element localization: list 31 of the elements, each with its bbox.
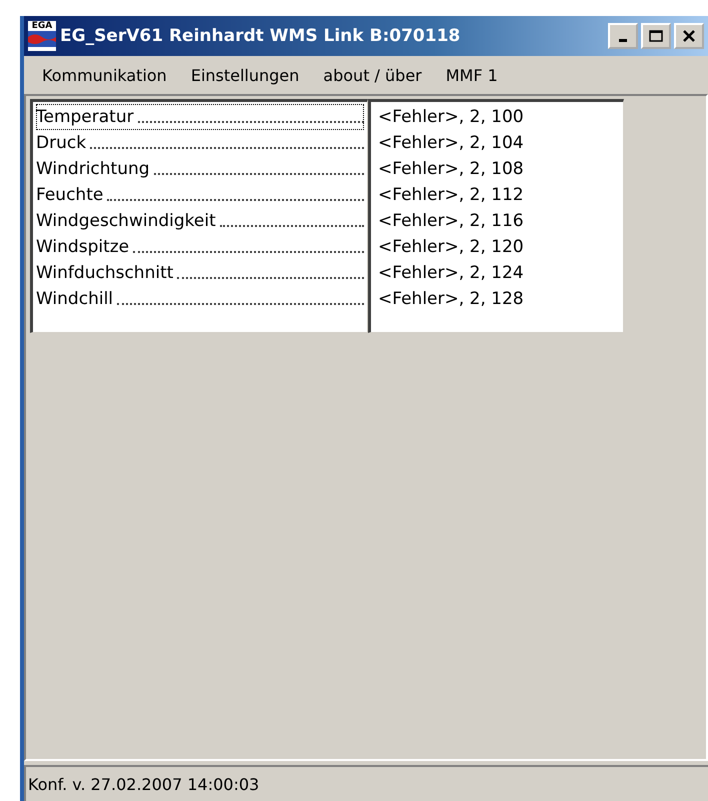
channel-value: <Fehler>, 2, 100 (377, 107, 524, 127)
channel-value: <Fehler>, 2, 112 (377, 185, 524, 205)
channel-name: Windgeschwindigkeit (36, 211, 217, 231)
channel-value: <Fehler>, 2, 116 (377, 211, 524, 231)
channel-name: Winfduchschnitt (36, 263, 174, 283)
maximize-icon (649, 30, 663, 42)
minimize-button[interactable] (608, 23, 638, 49)
close-button[interactable] (674, 23, 704, 49)
window-title: EG_SerV61 Reinhardt WMS Link B:070118 (60, 26, 462, 46)
minimize-icon (619, 39, 627, 42)
menu-item[interactable]: Kommunikation (30, 66, 179, 84)
status-text: Konf. v. 27.02.2007 14:00:03 (28, 774, 260, 794)
app-icon: EGA (28, 21, 56, 51)
channel-value: <Fehler>, 2, 128 (377, 289, 524, 309)
channel-name: Feuchte (36, 185, 104, 205)
value-list[interactable]: <Fehler>, 2, 100 <Fehler>, 2, 104 <Fehler>, 2, 108 <Fehler>, 2, 112 <Fehler>, 2, 116 <Fehler>, 2, 120 <Fehler>, 2, 124 <Fehler>, 2, 128 (368, 99, 624, 333)
channel-name: Temperatur (36, 107, 135, 127)
channel-name: Windrichtung (36, 159, 151, 179)
channel-name: Windchill (36, 289, 114, 309)
channel-value: <Fehler>, 2, 120 (377, 237, 524, 257)
close-icon (683, 30, 695, 42)
menu-item[interactable]: about / über (311, 66, 434, 84)
channel-name: Windspitze (36, 237, 130, 257)
channel-value: <Fehler>, 2, 104 (377, 133, 524, 153)
channel-value: <Fehler>, 2, 108 (377, 159, 524, 179)
channel-value: <Fehler>, 2, 124 (377, 263, 524, 283)
menu-item[interactable]: MMF 1 (434, 66, 510, 84)
channel-list[interactable]: Temperatur Druck Windrichtung Feuchte Windgeschwindigkeit Windspitze Winfduchschnitt Windchill (30, 99, 368, 333)
menu-item[interactable]: Einstellungen (178, 66, 312, 84)
maximize-button[interactable] (641, 23, 671, 49)
channel-name: Druck (36, 133, 88, 153)
